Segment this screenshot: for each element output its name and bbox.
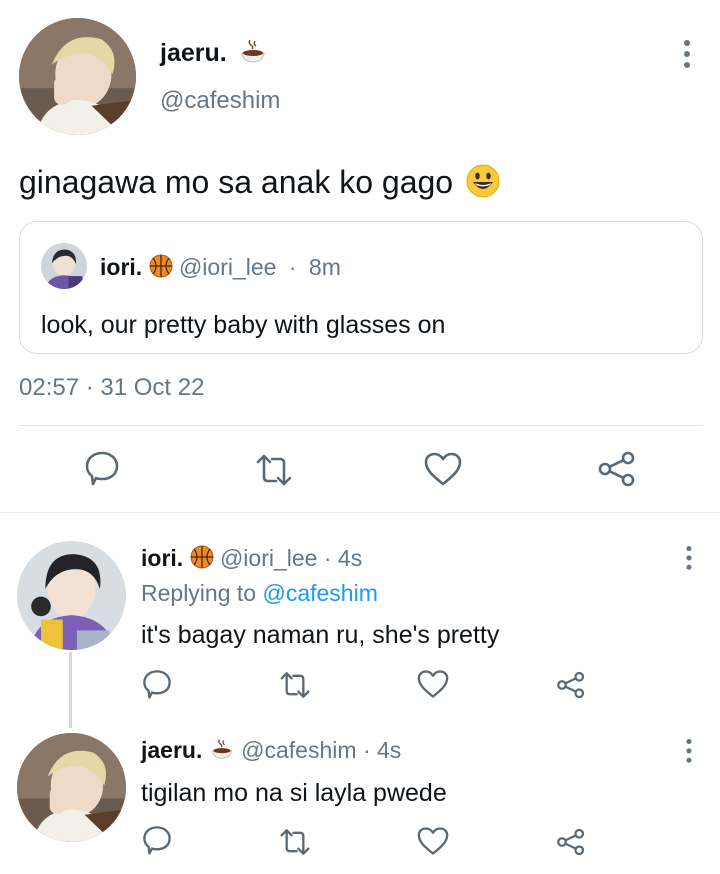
- reply-display-name[interactable]: iori.: [141, 545, 183, 571]
- replying-to-prefix: Replying to: [141, 580, 257, 606]
- replying-to-link[interactable]: @cafeshim: [262, 580, 377, 606]
- reply-display-name[interactable]: jaeru.: [141, 737, 202, 763]
- retweet-icon[interactable]: [277, 826, 313, 858]
- replying-to-line: Replying to @cafeshim: [141, 579, 378, 607]
- reply-icon[interactable]: [140, 667, 174, 701]
- author-display-name[interactable]: jaeru.: [160, 38, 268, 71]
- avatar-jaeru[interactable]: [19, 18, 136, 135]
- more-options-icon[interactable]: [683, 739, 695, 767]
- divider: [19, 425, 703, 426]
- reply-icon[interactable]: [82, 448, 122, 488]
- quoted-time: 8m: [308, 254, 341, 280]
- more-options-icon[interactable]: [680, 40, 694, 73]
- grinning-face-icon: [466, 164, 500, 206]
- like-icon[interactable]: [415, 668, 451, 700]
- reply-icon[interactable]: [140, 823, 174, 857]
- share-icon[interactable]: [596, 449, 638, 489]
- basketball-icon: [149, 254, 173, 284]
- reply-handle[interactable]: @cafeshim: [241, 737, 356, 763]
- more-options-icon[interactable]: [683, 546, 695, 574]
- like-icon[interactable]: [415, 825, 451, 857]
- thread-line: [69, 652, 72, 728]
- quoted-display-name[interactable]: iori.: [100, 254, 142, 280]
- reply-text: tigilan mo na si layla pwede: [141, 779, 447, 807]
- tweet-text: ginagawa mo sa anak ko gago: [19, 163, 500, 206]
- retweet-icon[interactable]: [253, 450, 295, 490]
- reply-handle[interactable]: @iori_lee: [220, 545, 318, 571]
- author-handle[interactable]: @cafeshim: [160, 86, 280, 116]
- avatar-iori-small[interactable]: [41, 243, 87, 289]
- reply-author-line: iori. @iori_lee · 4s: [141, 544, 362, 575]
- coffee-cup-icon: [238, 38, 268, 71]
- quoted-text: look, our pretty baby with glasses on: [41, 311, 446, 339]
- avatar-jaeru[interactable]: [17, 733, 126, 842]
- reply-time: · 4s: [323, 545, 363, 571]
- quoted-separator: ·: [288, 254, 297, 280]
- quoted-tweet-card[interactable]: iori. @iori_lee · 8m look, our pretty ba…: [19, 221, 703, 354]
- retweet-icon[interactable]: [277, 669, 313, 701]
- coffee-cup-icon: [209, 738, 235, 766]
- tweet-timestamp[interactable]: 02:57 · 31 Oct 22: [19, 373, 204, 403]
- quoted-author-line: iori. @iori_lee · 8m: [100, 253, 341, 284]
- basketball-icon: [190, 545, 214, 575]
- share-icon[interactable]: [555, 670, 587, 700]
- quoted-handle[interactable]: @iori_lee: [179, 254, 277, 280]
- share-icon[interactable]: [555, 827, 587, 857]
- reply-text: it's bagay naman ru, she's pretty: [141, 621, 500, 649]
- avatar-iori[interactable]: [17, 541, 126, 650]
- section-divider: [0, 512, 720, 513]
- reply-time: · 4s: [362, 737, 402, 763]
- like-icon[interactable]: [422, 449, 464, 489]
- reply-author-line: jaeru. @cafeshim · 4s: [141, 736, 401, 766]
